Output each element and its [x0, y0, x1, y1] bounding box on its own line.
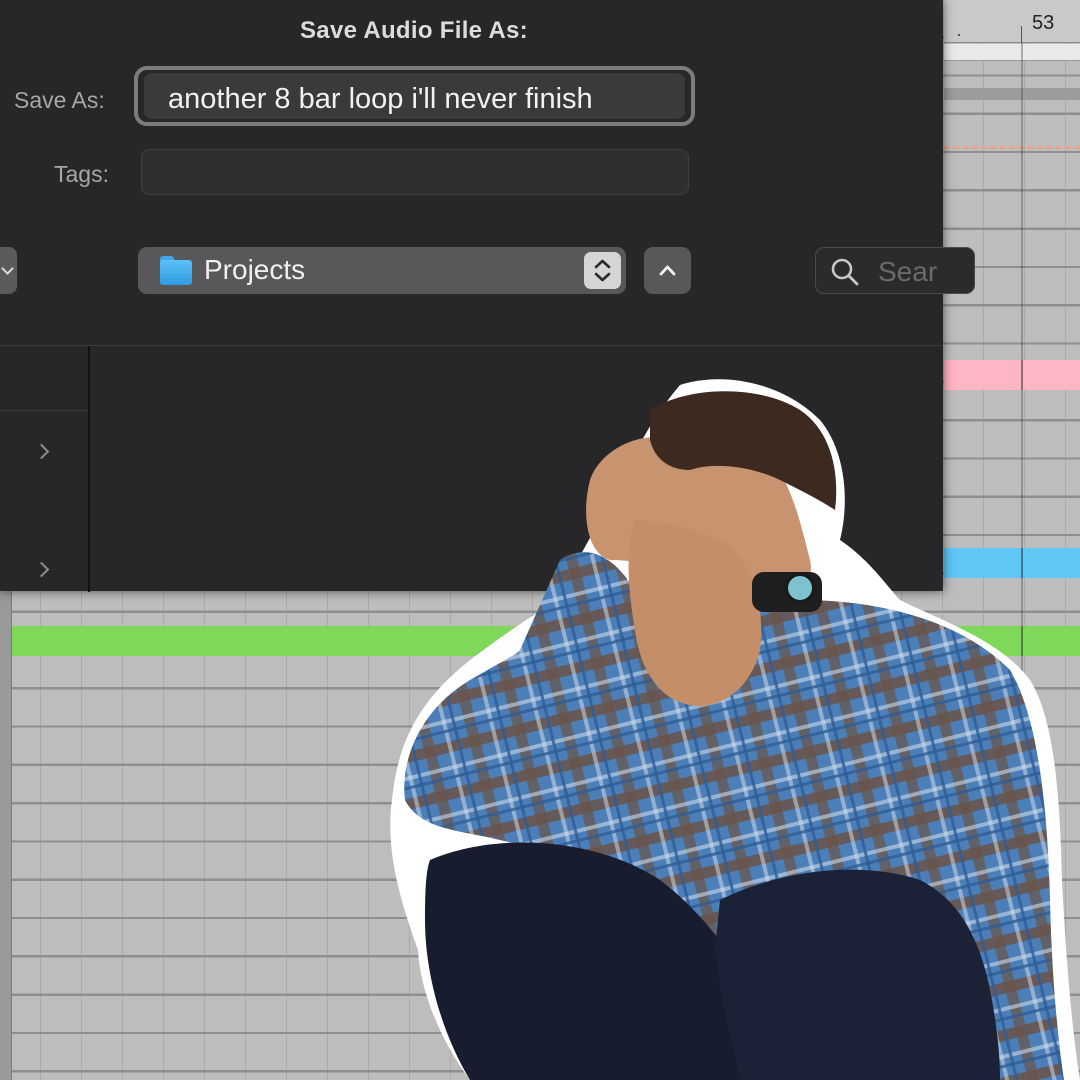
- search-icon: [831, 258, 859, 286]
- ruler-tick: [958, 34, 960, 36]
- chevron-right-icon[interactable]: [33, 561, 50, 578]
- audio-clip-green[interactable]: [12, 626, 1080, 656]
- audio-clip-blue[interactable]: [944, 548, 1080, 578]
- stepper-icon[interactable]: [584, 252, 621, 289]
- bar-line: [1021, 42, 1023, 1080]
- folder-icon: [160, 256, 192, 285]
- collapse-button[interactable]: [644, 247, 691, 294]
- chevron-left-icon: [1, 262, 14, 275]
- tags-field[interactable]: [141, 149, 689, 195]
- sidebar-row-divider: [0, 410, 88, 411]
- file-browser: [0, 345, 943, 592]
- back-button[interactable]: [0, 247, 17, 294]
- bar-ruler[interactable]: 53: [944, 0, 1080, 43]
- automation-line: [944, 146, 1080, 149]
- tags-label: Tags:: [54, 161, 109, 187]
- dialog-title: Save Audio File As:: [300, 17, 528, 44]
- search-field[interactable]: Sear: [815, 247, 975, 294]
- save-dialog: Save Audio File As: Save As: another 8 b…: [0, 0, 975, 592]
- save-as-field[interactable]: another 8 bar loop i'll never finish: [134, 66, 695, 126]
- bar-number: 53: [1032, 12, 1055, 34]
- chevron-right-icon[interactable]: [33, 443, 50, 460]
- audio-clip-pink[interactable]: [944, 360, 1080, 390]
- loop-brace[interactable]: [944, 44, 1080, 61]
- ruler-marker: [1021, 26, 1022, 42]
- location-label: Projects: [204, 254, 306, 285]
- track-divider: [944, 88, 1080, 100]
- search-placeholder: Sear: [878, 256, 938, 287]
- chevron-up-icon: [659, 265, 676, 276]
- save-as-label: Save As:: [14, 87, 105, 113]
- save-as-value[interactable]: another 8 bar loop i'll never finish: [168, 83, 593, 116]
- location-popup[interactable]: Projects: [138, 247, 626, 294]
- column-divider[interactable]: [88, 346, 90, 592]
